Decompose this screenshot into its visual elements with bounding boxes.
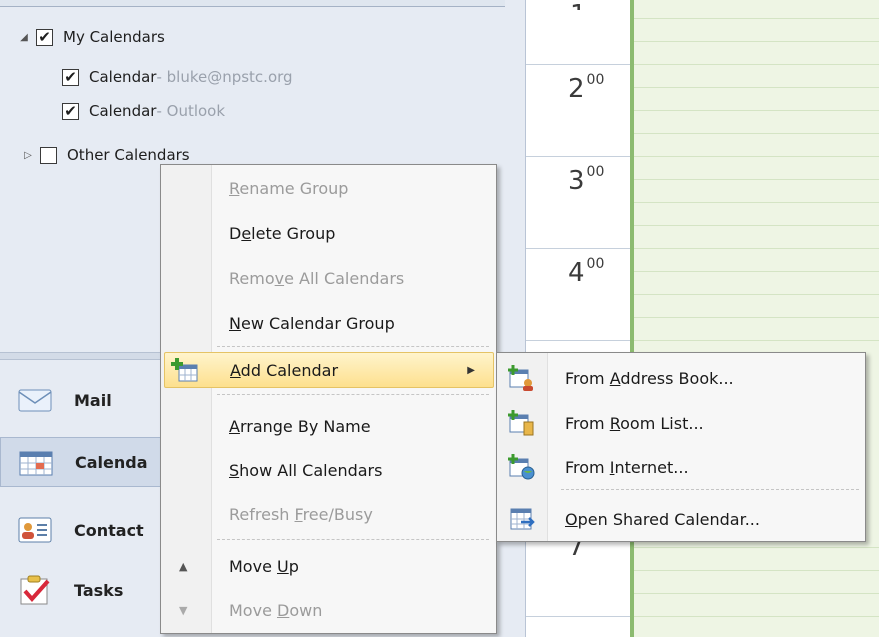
hour-label-2: 2 00 <box>568 72 605 104</box>
menu-separator <box>217 346 489 347</box>
menu-item-move-up[interactable]: ▲ Move Up <box>161 549 496 583</box>
nav-label-calendar: Calenda <box>75 452 148 472</box>
menu-item-remove-all-calendars: Remove All Calendars <box>229 268 405 288</box>
my-calendars-label: My Calendars <box>63 28 165 46</box>
other-calendars-label: Other Calendars <box>67 146 190 164</box>
add-calendar-submenu: From Address Book... From Room List... F… <box>496 352 866 542</box>
mail-icon <box>18 385 52 415</box>
expand-triangle-icon[interactable]: ▷ <box>22 150 34 161</box>
submenu-arrow-icon: ▶ <box>467 364 475 376</box>
hour-divider <box>526 156 630 157</box>
hour-divider <box>526 248 630 249</box>
calendar-npstc-checkbox[interactable]: ✔ <box>62 68 79 86</box>
my-calendars-checkbox[interactable]: ✔ <box>36 28 53 46</box>
add-calendar-icon <box>171 358 198 382</box>
menu-item-show-all-calendars[interactable]: Show All Calendars <box>161 453 496 487</box>
hour-divider <box>526 616 630 617</box>
calendar-item-npstc[interactable]: ✔ Calendar - bluke@npstc.org <box>62 64 293 90</box>
collapse-triangle-icon[interactable]: ◢ <box>18 32 30 43</box>
nav-label-tasks: Tasks <box>74 580 124 600</box>
internet-icon <box>508 454 535 480</box>
menu-item-add-calendar[interactable]: Add Calendar ▶ <box>164 352 494 388</box>
nav-label-mail: Mail <box>74 390 112 410</box>
hour-label-1-cut: 1 <box>570 0 587 10</box>
calendar-outlook-checkbox[interactable]: ✔ <box>62 102 79 120</box>
calendar-group-context-menu: Rename Group Delete Group Remove All Cal… <box>160 164 497 634</box>
submenu-item-from-room-list[interactable]: From Room List... <box>497 406 865 440</box>
menu-separator <box>217 394 489 395</box>
menu-item-arrange-by-name[interactable]: Arrange By Name <box>161 409 496 443</box>
hour-divider <box>526 64 630 65</box>
calendar-name: Calendar <box>89 102 157 120</box>
calendar-icon <box>19 447 53 477</box>
submenu-item-from-internet[interactable]: From Internet... <box>497 450 865 484</box>
menu-item-move-down: ▼ Move Down <box>179 600 323 620</box>
submenu-item-open-shared-calendar[interactable]: Open Shared Calendar... <box>497 502 865 536</box>
calendar-account: - bluke@npstc.org <box>156 68 293 86</box>
other-calendars-checkbox[interactable] <box>40 146 57 164</box>
calendar-item-outlook[interactable]: ✔ Calendar - Outlook <box>62 98 225 124</box>
menu-separator <box>217 539 489 540</box>
shared-calendar-icon <box>510 508 535 530</box>
menu-item-refresh-free-busy: Refresh Free/Busy <box>229 504 373 524</box>
menu-item-rename-group: Rename Group <box>229 178 349 198</box>
calendar-account: - Outlook <box>156 102 226 120</box>
calendar-name: Calendar <box>89 68 157 86</box>
my-calendars-group[interactable]: ◢ ✔ My Calendars <box>18 24 165 50</box>
hour-divider <box>526 340 630 341</box>
address-book-icon <box>508 365 533 391</box>
nav-label-contacts: Contact <box>74 520 144 540</box>
hour-label-3: 3 00 <box>568 164 605 196</box>
room-list-icon <box>508 410 534 436</box>
submenu-item-from-address-book[interactable]: From Address Book... <box>497 361 865 395</box>
menu-item-new-calendar-group[interactable]: New Calendar Group <box>161 306 496 340</box>
submenu-separator <box>561 489 859 490</box>
contacts-icon <box>18 515 52 545</box>
move-down-icon: ▼ <box>179 603 188 617</box>
move-up-icon: ▲ <box>179 559 188 573</box>
menu-item-delete-group[interactable]: Delete Group <box>161 216 496 250</box>
hour-label-4: 4 00 <box>568 256 605 288</box>
pane-top-border <box>0 0 505 7</box>
tasks-icon <box>18 575 52 605</box>
